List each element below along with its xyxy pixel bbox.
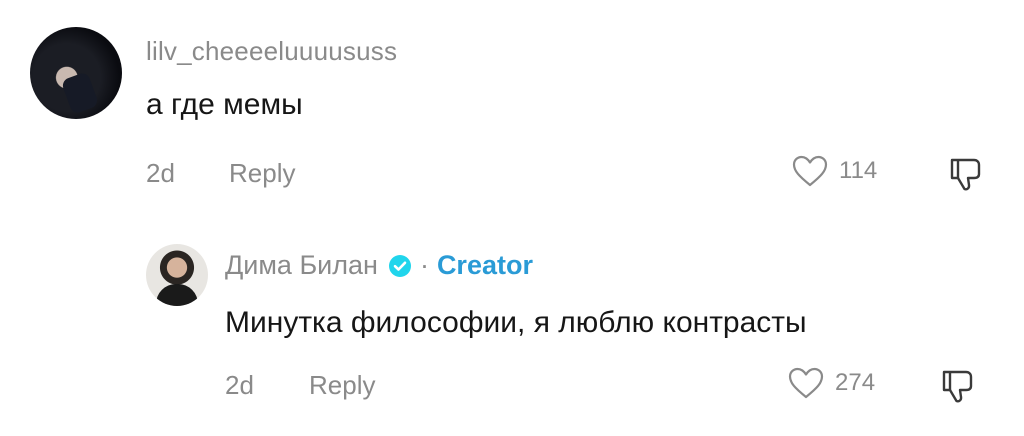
like-button[interactable]: 114 — [791, 154, 877, 188]
like-count: 114 — [839, 157, 878, 184]
avatar-figure — [60, 71, 100, 115]
comment-text: Минутка философии, я люблю контрасты — [225, 306, 807, 339]
avatar[interactable] — [146, 244, 208, 306]
comment-username[interactable]: Дима Билан — [225, 250, 378, 281]
creator-line: Дима Билан · Creator — [225, 250, 533, 281]
heart-outline-icon — [792, 155, 828, 187]
verified-badge-icon — [388, 254, 411, 277]
dislike-button[interactable] — [938, 366, 978, 411]
avatar[interactable] — [30, 27, 122, 119]
reply-button[interactable]: Reply — [309, 370, 375, 401]
avatar-figure — [156, 284, 198, 306]
heart-outline-icon — [788, 367, 824, 399]
creator-badge: Creator — [436, 250, 533, 280]
separator: · — [419, 250, 429, 280]
comment-username[interactable]: lilv_cheeeeluuuususs — [146, 36, 397, 67]
reply-button[interactable]: Reply — [229, 158, 295, 189]
like-button[interactable]: 274 — [787, 366, 875, 400]
thumbs-down-icon — [942, 370, 973, 403]
thumbs-down-icon — [950, 158, 981, 191]
dislike-button[interactable] — [946, 154, 986, 199]
comment-time: 2d — [225, 370, 254, 400]
comment-time: 2d — [146, 158, 175, 188]
like-count: 274 — [835, 369, 876, 396]
comment-text: а где мемы — [146, 88, 303, 121]
